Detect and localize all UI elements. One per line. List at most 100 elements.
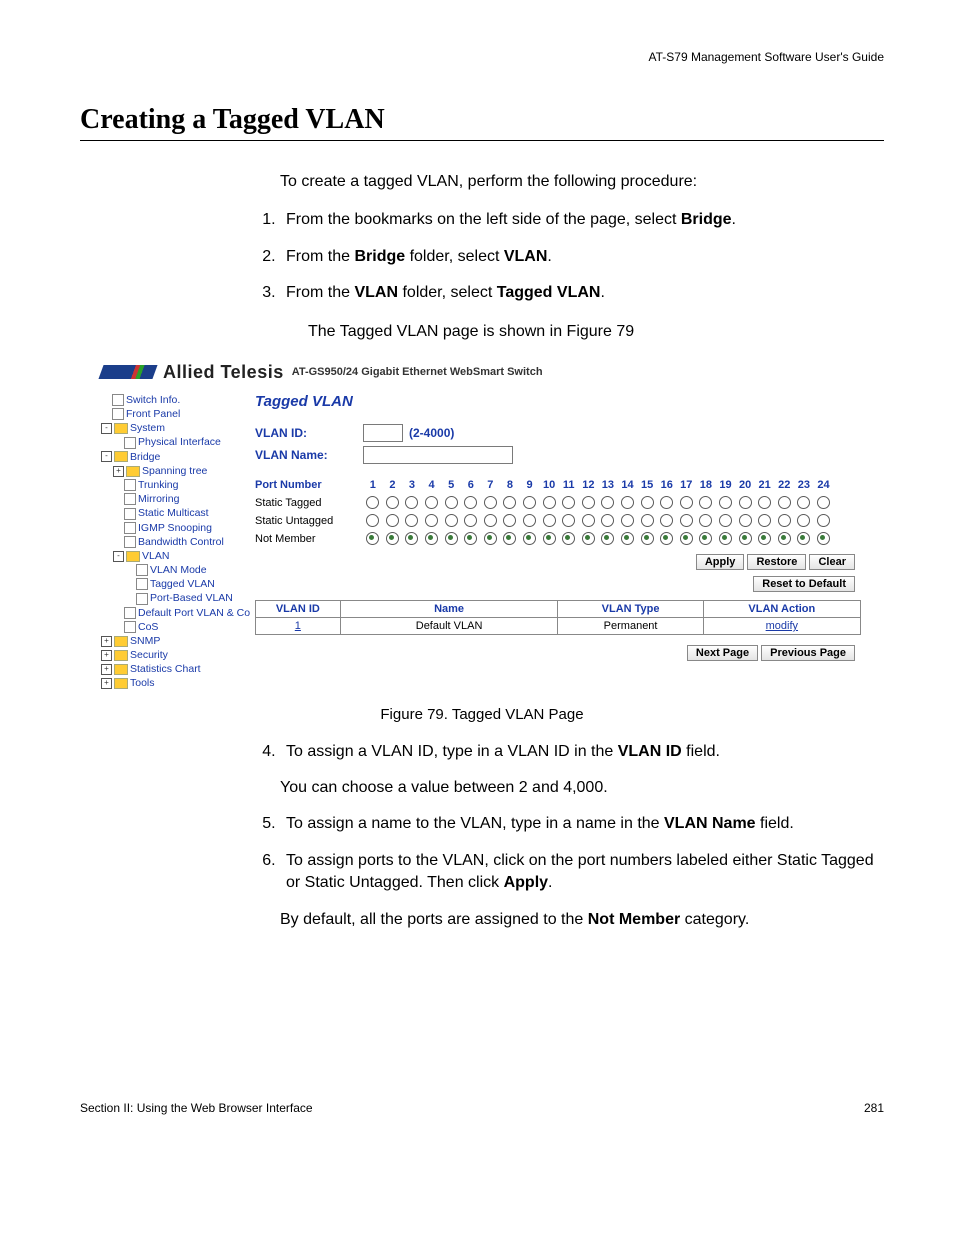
port-radio[interactable] xyxy=(464,514,477,527)
port-radio[interactable] xyxy=(601,514,614,527)
port-radio[interactable] xyxy=(601,532,614,545)
port-radio[interactable] xyxy=(817,532,830,545)
port-radio[interactable] xyxy=(484,514,497,527)
port-radio[interactable] xyxy=(562,514,575,527)
previous-page-button[interactable]: Previous Page xyxy=(761,645,855,661)
port-radio[interactable] xyxy=(523,532,536,545)
restore-button[interactable]: Restore xyxy=(747,554,806,570)
tree-node[interactable]: Physical Interface xyxy=(101,435,251,449)
port-radio[interactable] xyxy=(523,496,536,509)
port-radio[interactable] xyxy=(386,514,399,527)
apply-button[interactable]: Apply xyxy=(696,554,745,570)
port-radio[interactable] xyxy=(719,496,732,509)
port-radio[interactable] xyxy=(582,514,595,527)
port-radio[interactable] xyxy=(660,496,673,509)
vlan-id-input[interactable] xyxy=(363,424,403,442)
next-page-button[interactable]: Next Page xyxy=(687,645,758,661)
tree-node[interactable]: -Bridge xyxy=(101,450,251,464)
tree-node[interactable]: -System xyxy=(101,421,251,435)
tree-node[interactable]: Tagged VLAN xyxy=(101,577,251,591)
port-radio[interactable] xyxy=(641,496,654,509)
port-radio[interactable] xyxy=(778,532,791,545)
port-radio[interactable] xyxy=(543,496,556,509)
tree-expand-icon[interactable]: + xyxy=(101,636,112,647)
port-radio[interactable] xyxy=(719,532,732,545)
port-radio[interactable] xyxy=(699,496,712,509)
port-radio[interactable] xyxy=(699,532,712,545)
port-radio[interactable] xyxy=(680,532,693,545)
tree-node[interactable]: +Spanning tree xyxy=(101,464,251,478)
port-radio[interactable] xyxy=(445,514,458,527)
port-radio[interactable] xyxy=(503,496,516,509)
port-radio[interactable] xyxy=(562,496,575,509)
port-radio[interactable] xyxy=(503,532,516,545)
port-radio[interactable] xyxy=(366,496,379,509)
port-radio[interactable] xyxy=(386,532,399,545)
port-radio[interactable] xyxy=(543,514,556,527)
port-radio[interactable] xyxy=(425,496,438,509)
port-radio[interactable] xyxy=(503,514,516,527)
port-radio[interactable] xyxy=(366,514,379,527)
port-radio[interactable] xyxy=(758,496,771,509)
port-radio[interactable] xyxy=(739,496,752,509)
port-radio[interactable] xyxy=(366,532,379,545)
tree-node[interactable]: -VLAN xyxy=(101,549,251,563)
tree-node[interactable]: Port-Based VLAN xyxy=(101,591,251,605)
tree-node[interactable]: Switch Info. xyxy=(101,393,251,407)
port-radio[interactable] xyxy=(621,532,634,545)
tree-expand-icon[interactable]: - xyxy=(101,451,112,462)
port-radio[interactable] xyxy=(817,496,830,509)
tree-node[interactable]: Bandwidth Control xyxy=(101,535,251,549)
port-radio[interactable] xyxy=(445,496,458,509)
port-radio[interactable] xyxy=(543,532,556,545)
tree-node[interactable]: +Statistics Chart xyxy=(101,662,251,676)
tree-node[interactable]: Default Port VLAN & Co xyxy=(101,606,251,620)
port-radio[interactable] xyxy=(739,532,752,545)
port-radio[interactable] xyxy=(680,514,693,527)
vlan-id-link[interactable]: 1 xyxy=(295,620,301,632)
port-radio[interactable] xyxy=(739,514,752,527)
tree-node[interactable]: CoS xyxy=(101,620,251,634)
vlan-name-input[interactable] xyxy=(363,446,513,464)
port-radio[interactable] xyxy=(562,532,575,545)
port-radio[interactable] xyxy=(660,514,673,527)
tree-node[interactable]: VLAN Mode xyxy=(101,563,251,577)
port-radio[interactable] xyxy=(699,514,712,527)
tree-expand-icon[interactable]: - xyxy=(113,551,124,562)
port-radio[interactable] xyxy=(719,514,732,527)
tree-expand-icon[interactable]: + xyxy=(113,466,124,477)
port-radio[interactable] xyxy=(405,532,418,545)
port-radio[interactable] xyxy=(817,514,830,527)
port-radio[interactable] xyxy=(797,532,810,545)
tree-node[interactable]: +Security xyxy=(101,648,251,662)
port-radio[interactable] xyxy=(425,514,438,527)
port-radio[interactable] xyxy=(523,514,536,527)
port-radio[interactable] xyxy=(464,532,477,545)
port-radio[interactable] xyxy=(797,496,810,509)
port-radio[interactable] xyxy=(641,532,654,545)
port-radio[interactable] xyxy=(621,496,634,509)
port-radio[interactable] xyxy=(601,496,614,509)
port-radio[interactable] xyxy=(778,514,791,527)
port-radio[interactable] xyxy=(621,514,634,527)
port-radio[interactable] xyxy=(445,532,458,545)
tree-node[interactable]: Front Panel xyxy=(101,407,251,421)
tree-node[interactable]: +SNMP xyxy=(101,634,251,648)
reset-to-default-button[interactable]: Reset to Default xyxy=(753,576,855,592)
port-radio[interactable] xyxy=(386,496,399,509)
tree-expand-icon[interactable]: + xyxy=(101,678,112,689)
tree-node[interactable]: +Tools xyxy=(101,676,251,690)
port-radio[interactable] xyxy=(758,532,771,545)
port-radio[interactable] xyxy=(484,496,497,509)
port-radio[interactable] xyxy=(425,532,438,545)
clear-button[interactable]: Clear xyxy=(809,554,855,570)
port-radio[interactable] xyxy=(778,496,791,509)
port-radio[interactable] xyxy=(582,496,595,509)
port-radio[interactable] xyxy=(680,496,693,509)
tree-node[interactable]: IGMP Snooping xyxy=(101,521,251,535)
tree-expand-icon[interactable]: + xyxy=(101,664,112,675)
tree-node[interactable]: Static Multicast xyxy=(101,506,251,520)
port-radio[interactable] xyxy=(660,532,673,545)
port-radio[interactable] xyxy=(758,514,771,527)
port-radio[interactable] xyxy=(405,496,418,509)
